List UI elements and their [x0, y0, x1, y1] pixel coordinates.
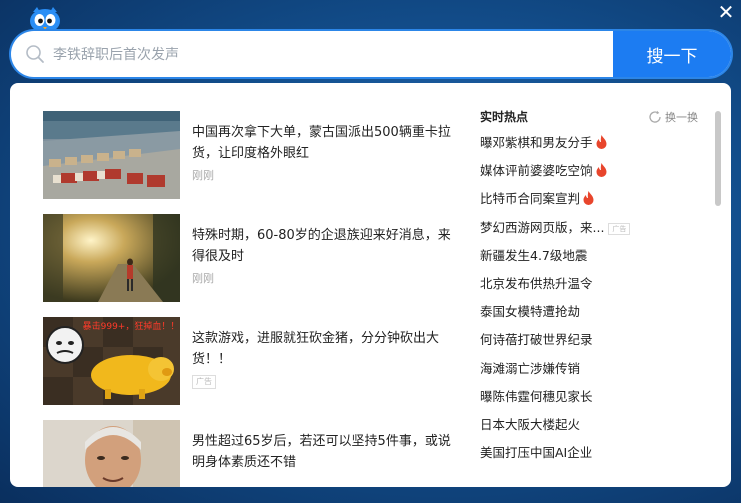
hot-list-title: 实时热点 [480, 110, 529, 124]
hot-item[interactable]: 日本大阪大楼起火 [480, 411, 700, 439]
news-thumbnail-retirees [43, 214, 180, 302]
fire-icon [596, 131, 607, 149]
news-time: 刚刚 [192, 272, 214, 285]
news-list: 中国再次拿下大单，蒙古国派出500辆重卡拉货，让印度格外眼红 刚刚 特殊时期，6… [43, 111, 463, 487]
hot-item[interactable]: 曝邓紫棋和男友分手 [480, 129, 700, 157]
news-time: 刚刚 [192, 169, 214, 182]
news-item-trucks[interactable]: 中国再次拿下大单，蒙古国派出500辆重卡拉货，让印度格外眼红 刚刚 [43, 111, 463, 199]
hot-item-text: 美国打压中国AI企业 [480, 445, 593, 461]
refresh-button[interactable]: 换一换 [648, 109, 698, 125]
hot-item-text: 梦幻西游网页版，来... [480, 219, 605, 235]
hot-item-text: 北京发布供热升温令 [480, 275, 593, 291]
news-title[interactable]: 中国再次拿下大单，蒙古国派出500辆重卡拉货，让印度格外眼红 [192, 122, 454, 164]
fire-icon [596, 159, 607, 178]
news-item-elderly-man[interactable]: 男性超过65岁后，若还可以坚持5件事，或说明身体素质还不错 [43, 420, 463, 487]
hot-item[interactable]: 比特币合同案宣判 [480, 185, 700, 213]
refresh-icon [648, 110, 662, 124]
search-icon [25, 44, 45, 64]
news-thumbnail-elderly-man [43, 420, 180, 487]
hot-items: 曝邓紫棋和男友分手 媒体评前婆婆吃空饷 比特币合同案宣判梦幻西游网页版，来... 广告… [480, 129, 700, 467]
hot-item[interactable]: 海滩溺亡涉嫌传销 [480, 355, 700, 383]
news-title[interactable]: 特殊时期，60-80岁的企退族迎来好消息，来得很及时 [192, 225, 454, 267]
search-bar: 搜一下 [11, 31, 731, 77]
hot-item[interactable]: 北京发布供热升温令 [480, 270, 700, 298]
hot-item[interactable]: 泰国女模特遭抢劫 [480, 298, 700, 326]
hot-item[interactable]: 梦幻西游网页版，来... 广告 [480, 214, 700, 242]
search-input[interactable] [51, 31, 615, 77]
hot-item[interactable]: 曝陈伟霆何穗见家长 [480, 383, 700, 411]
hot-item-text: 何诗蓓打破世界纪录 [480, 332, 593, 348]
hot-item-text: 曝邓紫棋和男友分手 [480, 135, 593, 150]
news-title[interactable]: 这款游戏，进服就狂砍金猪，分分钟砍出大货！！ [192, 328, 454, 370]
ad-badge: 广告 [608, 222, 631, 235]
news-thumbnail-trucks [43, 111, 180, 199]
news-title[interactable]: 男性超过65岁后，若还可以坚持5件事，或说明身体素质还不错 [192, 431, 454, 473]
hot-item-text: 日本大阪大楼起火 [480, 416, 581, 432]
hot-list-header: 实时热点 换一换 [480, 105, 700, 129]
hot-list: 实时热点 换一换 曝邓紫棋和男友分手 媒体评前婆婆吃空饷 比特币合同案宣判梦幻西游网… [480, 105, 700, 467]
hot-item[interactable]: 新疆发生4.7级地震 [480, 242, 700, 270]
ad-badge: 广告 [192, 375, 216, 389]
fire-icon [583, 187, 594, 206]
content-panel: 中国再次拿下大单，蒙古国派出500辆重卡拉货，让印度格外眼红 刚刚 特殊时期，6… [10, 83, 731, 487]
hot-item[interactable]: 媒体评前婆婆吃空饷 [480, 157, 700, 185]
hot-item-text: 新疆发生4.7级地震 [480, 247, 588, 263]
hot-item-text: 曝陈伟霆何穗见家长 [480, 388, 593, 404]
news-item-game-ad[interactable]: 暴击999+，狂掉血！！ 这款游戏，进服就狂砍金猪，分分钟砍出大货！！ 广告 [43, 317, 463, 405]
hot-item[interactable]: 何诗蓓打破世界纪录 [480, 326, 700, 354]
game-banner-text: 暴击999+，狂掉血！！ [83, 320, 180, 332]
search-button[interactable]: 搜一下 [613, 31, 731, 77]
news-thumbnail-game: 暴击999+，狂掉血！！ [43, 317, 180, 405]
hot-item-text: 比特币合同案宣判 [480, 191, 581, 207]
hot-item-text: 海滩溺亡涉嫌传销 [480, 360, 581, 376]
scrollbar[interactable] [715, 111, 721, 206]
refresh-label: 换一换 [665, 111, 698, 124]
news-item-retirees[interactable]: 特殊时期，60-80岁的企退族迎来好消息，来得很及时 刚刚 [43, 214, 463, 302]
hot-item-text: 媒体评前婆婆吃空饷 [480, 163, 593, 179]
mascot-logo-icon [28, 4, 62, 34]
hot-item[interactable]: 美国打压中国AI企业 [480, 439, 700, 467]
hot-item-text: 泰国女模特遭抢劫 [480, 304, 581, 320]
close-button[interactable]: ✕ [715, 1, 737, 23]
